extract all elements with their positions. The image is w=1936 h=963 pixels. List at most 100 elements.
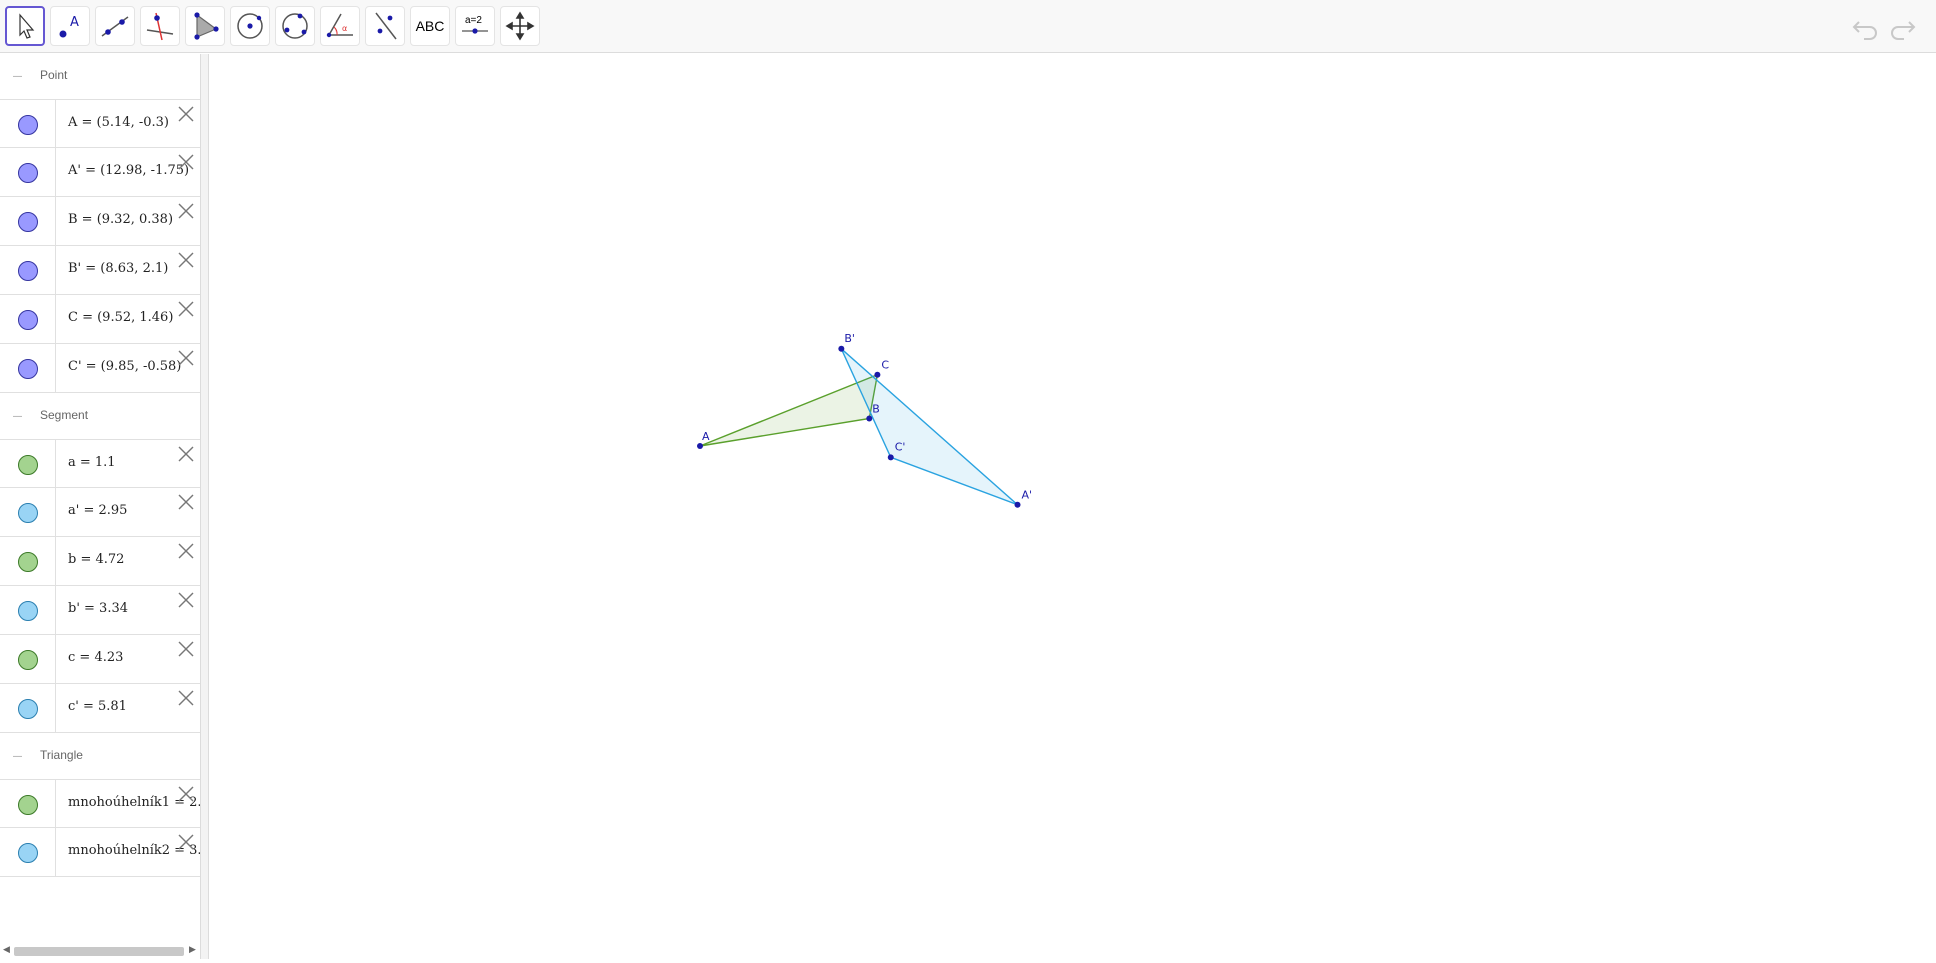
- text-tool-button[interactable]: ABC: [410, 6, 450, 46]
- visibility-marble-icon[interactable]: [18, 843, 38, 863]
- algebra-row[interactable]: mnohoúhelník1 = 2.19: [0, 779, 200, 828]
- delete-icon[interactable]: [176, 784, 196, 804]
- undo-button[interactable]: [1848, 10, 1882, 44]
- graphics-canvas[interactable]: A B C A' B' C': [210, 54, 1936, 959]
- point-B[interactable]: [866, 415, 873, 422]
- visibility-toggle[interactable]: [0, 440, 56, 488]
- visibility-toggle[interactable]: [0, 344, 56, 392]
- angle-tool-button[interactable]: α: [320, 6, 360, 46]
- point-B-prime[interactable]: [838, 345, 845, 352]
- algebra-row[interactable]: b = 4.72: [0, 537, 200, 586]
- circle-three-points-tool-button[interactable]: [275, 6, 315, 46]
- algebra-expression[interactable]: c' = 5.81: [68, 699, 127, 714]
- visibility-marble-icon[interactable]: [18, 310, 38, 330]
- point-C[interactable]: [874, 371, 881, 378]
- point-A[interactable]: [697, 443, 703, 449]
- algebra-expression[interactable]: B = (9.32, 0.38): [68, 212, 173, 227]
- delete-icon[interactable]: [176, 444, 196, 464]
- delete-icon[interactable]: [176, 541, 196, 561]
- delete-icon[interactable]: [176, 639, 196, 659]
- visibility-marble-icon[interactable]: [18, 650, 38, 670]
- algebra-row[interactable]: c' = 5.81: [0, 684, 200, 733]
- visibility-toggle[interactable]: [0, 148, 56, 196]
- visibility-toggle[interactable]: [0, 828, 56, 876]
- delete-icon[interactable]: [176, 152, 196, 172]
- delete-icon[interactable]: [176, 492, 196, 512]
- algebra-expression[interactable]: A = (5.14, -0.3): [68, 115, 169, 130]
- group-header-segment[interactable]: — Segment: [0, 394, 200, 439]
- scroll-left-icon[interactable]: ◀: [3, 945, 10, 955]
- delete-icon[interactable]: [176, 832, 196, 852]
- visibility-marble-icon[interactable]: [18, 455, 38, 475]
- graphics-view[interactable]: A B C A' B' C': [210, 54, 1936, 959]
- polygon-tool-button[interactable]: [185, 6, 225, 46]
- visibility-marble-icon[interactable]: [18, 261, 38, 281]
- algebra-row[interactable]: b' = 3.34: [0, 586, 200, 635]
- collapse-icon[interactable]: —: [12, 71, 23, 82]
- scrollbar-thumb[interactable]: [14, 947, 184, 956]
- scroll-right-icon[interactable]: ▶: [189, 945, 196, 955]
- visibility-marble-icon[interactable]: [18, 699, 38, 719]
- visibility-marble-icon[interactable]: [18, 163, 38, 183]
- algebra-row[interactable]: A = (5.14, -0.3): [0, 99, 200, 148]
- visibility-toggle[interactable]: [0, 684, 56, 732]
- visibility-marble-icon[interactable]: [18, 212, 38, 232]
- algebra-row[interactable]: B' = (8.63, 2.1): [0, 246, 200, 295]
- algebra-expression[interactable]: a' = 2.95: [68, 503, 127, 518]
- collapse-icon[interactable]: —: [12, 751, 23, 762]
- perpendicular-tool-button[interactable]: [140, 6, 180, 46]
- slider-tool-button[interactable]: a=2: [455, 6, 495, 46]
- algebra-row[interactable]: mnohoúhelník2 = 3.48: [0, 828, 200, 877]
- visibility-marble-icon[interactable]: [18, 115, 38, 135]
- algebra-expression[interactable]: a = 1.1: [68, 455, 116, 470]
- move-graphics-tool-button[interactable]: [500, 6, 540, 46]
- algebra-row[interactable]: a' = 2.95: [0, 488, 200, 537]
- delete-icon[interactable]: [176, 590, 196, 610]
- group-header-point[interactable]: — Point: [0, 54, 200, 99]
- delete-icon[interactable]: [176, 201, 196, 221]
- algebra-row[interactable]: C = (9.52, 1.46): [0, 295, 200, 344]
- collapse-icon[interactable]: —: [12, 411, 23, 422]
- move-tool-button[interactable]: [5, 6, 45, 46]
- point-tool-button[interactable]: A: [50, 6, 90, 46]
- algebra-expression[interactable]: b = 4.72: [68, 552, 124, 567]
- group-header-triangle[interactable]: — Triangle: [0, 734, 200, 779]
- line-tool-button[interactable]: [95, 6, 135, 46]
- algebra-expression[interactable]: C' = (9.85, -0.58): [68, 359, 181, 374]
- delete-icon[interactable]: [176, 104, 196, 124]
- algebra-expression[interactable]: b' = 3.34: [68, 601, 128, 616]
- algebra-expression[interactable]: B' = (8.63, 2.1): [68, 261, 168, 276]
- panel-splitter[interactable]: [201, 54, 209, 959]
- reflect-tool-button[interactable]: [365, 6, 405, 46]
- visibility-marble-icon[interactable]: [18, 359, 38, 379]
- triangle-abc[interactable]: [699, 373, 879, 447]
- horizontal-scrollbar[interactable]: ◀ ▶: [0, 943, 200, 959]
- algebra-expression[interactable]: A' = (12.98, -1.75): [68, 163, 189, 178]
- visibility-toggle[interactable]: [0, 295, 56, 343]
- delete-icon[interactable]: [176, 250, 196, 270]
- visibility-toggle[interactable]: [0, 635, 56, 683]
- visibility-toggle[interactable]: [0, 537, 56, 585]
- visibility-toggle[interactable]: [0, 246, 56, 294]
- algebra-row[interactable]: B = (9.32, 0.38): [0, 197, 200, 246]
- delete-icon[interactable]: [176, 299, 196, 319]
- algebra-expression[interactable]: c = 4.23: [68, 650, 123, 665]
- circle-center-tool-button[interactable]: [230, 6, 270, 46]
- visibility-marble-icon[interactable]: [18, 503, 38, 523]
- visibility-marble-icon[interactable]: [18, 795, 38, 815]
- algebra-row[interactable]: a = 1.1: [0, 439, 200, 488]
- visibility-toggle[interactable]: [0, 780, 56, 828]
- point-C-prime[interactable]: [887, 454, 894, 461]
- triangle-abc-prime[interactable]: [840, 348, 1018, 506]
- delete-icon[interactable]: [176, 688, 196, 708]
- point-A-prime[interactable]: [1014, 501, 1021, 508]
- algebra-row[interactable]: C' = (9.85, -0.58): [0, 344, 200, 393]
- visibility-toggle[interactable]: [0, 100, 56, 148]
- visibility-toggle[interactable]: [0, 586, 56, 634]
- delete-icon[interactable]: [176, 348, 196, 368]
- algebra-expression[interactable]: C = (9.52, 1.46): [68, 310, 173, 325]
- visibility-marble-icon[interactable]: [18, 601, 38, 621]
- algebra-row[interactable]: c = 4.23: [0, 635, 200, 684]
- visibility-toggle[interactable]: [0, 488, 56, 536]
- algebra-row[interactable]: A' = (12.98, -1.75): [0, 148, 200, 197]
